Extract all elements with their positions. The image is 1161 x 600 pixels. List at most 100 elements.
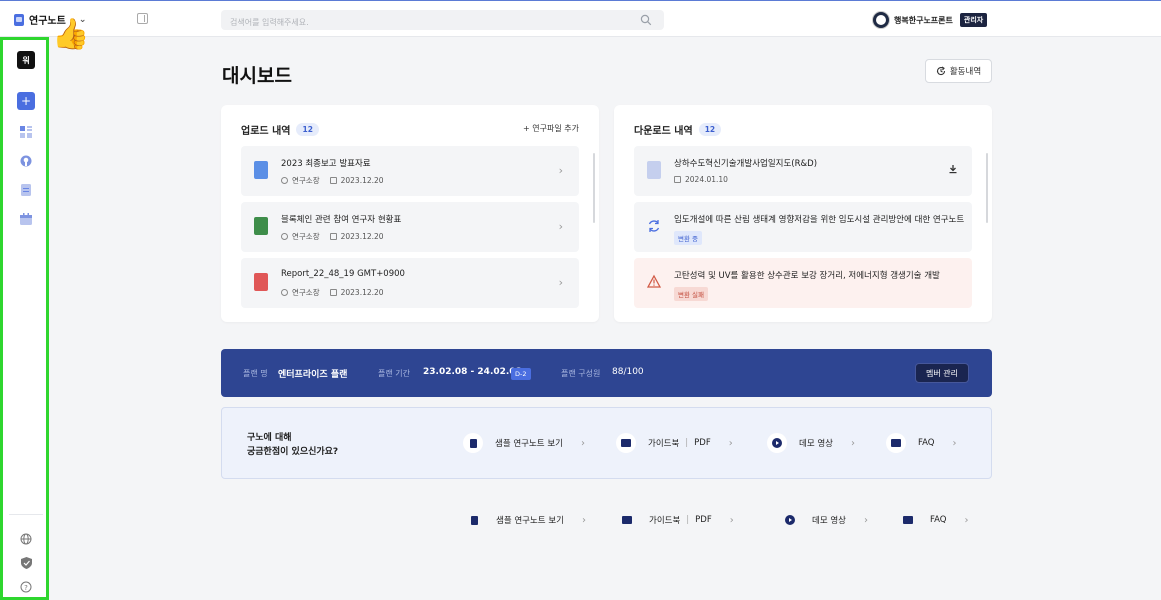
user-menu[interactable]: 행복한구노프론트 관리자	[872, 11, 988, 29]
guidebook-link[interactable]: 가이드북 | PDF ›	[616, 433, 733, 453]
demo-video-link[interactable]: 데모 영상 ›	[780, 510, 868, 530]
book-icon	[463, 433, 483, 453]
file-date: 2024.01.10	[685, 175, 728, 184]
file-title: 블록체인 관련 참여 연구자 현황표	[281, 215, 402, 225]
search-bar[interactable]	[221, 10, 664, 33]
document-icon[interactable]	[17, 181, 35, 199]
faq-label: FAQ	[918, 438, 935, 448]
chat-icon	[886, 433, 906, 453]
chevron-right-icon: ›	[964, 514, 969, 526]
page-title: 대시보드	[222, 65, 292, 87]
guidebook-label: 가이드북	[648, 439, 680, 449]
download-history-card: 다운로드 내역 12 상하수도혁신기술개발사업일지도(R&D) 2024.01.…	[614, 105, 992, 322]
pdf-label: PDF	[694, 438, 711, 448]
sample-notebook-link[interactable]: 샘플 연구노트 보기 ›	[463, 433, 585, 453]
plan-name-label: 플랜 명	[243, 369, 268, 378]
play-icon	[767, 433, 787, 453]
calendar-icon	[329, 289, 337, 296]
file-author: 연구소장	[292, 176, 320, 185]
upload-row[interactable]: Report_22_48_19 GMT+0900 연구소장 2023.12.20…	[241, 258, 579, 308]
download-count-badge: 12	[698, 123, 722, 136]
faq-link[interactable]: FAQ ›	[886, 433, 956, 453]
workspace-avatar[interactable]: 워	[17, 51, 35, 69]
plan-period-label: 플랜 기간	[378, 369, 410, 378]
github-icon[interactable]	[17, 152, 35, 170]
avatar	[872, 11, 890, 29]
guidebook-label: 가이드북	[649, 516, 681, 526]
upload-row[interactable]: 2023 최종보고 발표자료 연구소장 2023.12.20 ›	[241, 146, 579, 196]
download-row[interactable]: 고탄성력 및 UV를 활용한 상수관로 보강 장거리, 저에너지형 갱생기술 개…	[634, 258, 972, 308]
play-icon	[780, 510, 800, 530]
file-date: 2023.12.20	[340, 232, 384, 241]
file-date: 2023.12.20	[340, 288, 384, 297]
download-card-header: 다운로드 내역 12	[634, 122, 722, 137]
user-icon	[281, 233, 288, 240]
status-badge: 변환 중	[674, 231, 703, 245]
member-management-button[interactable]: 멤버 관리	[915, 363, 969, 383]
chevron-right-icon: ›	[729, 514, 734, 526]
separator: |	[686, 515, 690, 525]
download-icon[interactable]	[948, 164, 958, 174]
file-meta: 연구소장 2023.12.20	[281, 287, 384, 298]
add-button[interactable]: +	[17, 92, 35, 110]
help-question-line2: 궁금한점이 있으신가요?	[247, 447, 339, 457]
file-title: Report_22_48_19 GMT+0900	[281, 269, 405, 279]
pdf-label: PDF	[695, 515, 712, 525]
calendar-icon	[329, 177, 337, 184]
guidebook-icon	[616, 433, 636, 453]
plan-members: 88/100	[612, 367, 644, 377]
search-icon[interactable]	[640, 14, 652, 26]
sample-notebook-link[interactable]: 샘플 연구노트 보기 ›	[464, 510, 586, 530]
guidebook-link[interactable]: 가이드북 | PDF ›	[617, 510, 734, 530]
xls-file-icon	[254, 217, 268, 235]
plan-members-label: 플랜 구성원	[561, 369, 601, 378]
guidebook-icon	[617, 510, 637, 530]
help-icon[interactable]: ?	[17, 578, 35, 596]
file-meta: 2024.01.10	[674, 175, 728, 184]
upload-history-card: 업로드 내역 12 + 연구파일 추가 2023 최종보고 발표자료 연구소장 …	[221, 105, 599, 322]
download-row[interactable]: 임도개설에 따른 산림 생태계 영향저감을 위한 임도시설 관리방안에 대한 연…	[634, 202, 972, 252]
activity-history-button[interactable]: 활동내역	[925, 59, 992, 83]
file-meta: 변환 실패	[674, 287, 708, 301]
help-bar: 구노에 대해 궁금한점이 있으신가요? 샘플 연구노트 보기 › 가이드북 | …	[221, 407, 992, 479]
top-bar: 연구노트 ⌄ 행복한구노프론트 관리자	[0, 0, 1161, 37]
scrollbar[interactable]	[986, 153, 988, 223]
file-meta: 변환 중	[674, 231, 703, 245]
help-question: 구노에 대해 궁금한점이 있으신가요?	[247, 431, 338, 459]
file-author: 연구소장	[292, 232, 320, 241]
ppt-file-icon	[254, 161, 268, 179]
scrollbar[interactable]	[593, 153, 595, 223]
thumbs-up-icon: 👍	[52, 17, 90, 52]
file-meta: 연구소장 2023.12.20	[281, 231, 384, 242]
activity-label: 활동내역	[949, 67, 982, 77]
sidebar-collapse-icon[interactable]	[137, 13, 148, 24]
chevron-right-icon: ›	[728, 437, 733, 449]
demo-video-label: 데모 영상	[799, 439, 833, 449]
calendar-icon[interactable]	[17, 210, 35, 228]
add-research-file-button[interactable]: + 연구파일 추가	[523, 123, 579, 134]
search-input[interactable]	[221, 12, 621, 33]
file-author: 연구소장	[292, 288, 320, 297]
chevron-right-icon: ›	[558, 164, 563, 177]
plan-period: 23.02.08 - 24.02.08	[423, 367, 522, 377]
file-title: 2023 최종보고 발표자료	[281, 159, 371, 169]
upload-row[interactable]: 블록체인 관련 참여 연구자 현황표 연구소장 2023.12.20 ›	[241, 202, 579, 252]
file-meta: 연구소장 2023.12.20	[281, 175, 384, 186]
role-badge: 관리자	[959, 13, 988, 27]
chevron-right-icon: ›	[863, 514, 868, 526]
dashboard-grid-icon[interactable]	[17, 123, 35, 141]
svg-text:?: ?	[24, 584, 28, 592]
chat-icon	[898, 510, 918, 530]
sidebar: 워 + ?	[0, 37, 49, 600]
faq-label: FAQ	[930, 515, 947, 525]
globe-icon[interactable]	[17, 530, 35, 548]
demo-video-label: 데모 영상	[812, 516, 846, 526]
plan-name: 엔터프라이즈 플랜	[278, 370, 348, 380]
demo-video-link[interactable]: 데모 영상 ›	[767, 433, 855, 453]
sample-notebook-label: 샘플 연구노트 보기	[495, 439, 563, 449]
faq-link[interactable]: FAQ ›	[898, 510, 968, 530]
shield-icon[interactable]	[17, 554, 35, 572]
download-row[interactable]: 상하수도혁신기술개발사업일지도(R&D) 2024.01.10	[634, 146, 972, 196]
chevron-right-icon: ›	[581, 514, 586, 526]
plan-summary-bar: 플랜 명 엔터프라이즈 플랜 플랜 기간 23.02.08 - 24.02.08…	[221, 349, 992, 397]
